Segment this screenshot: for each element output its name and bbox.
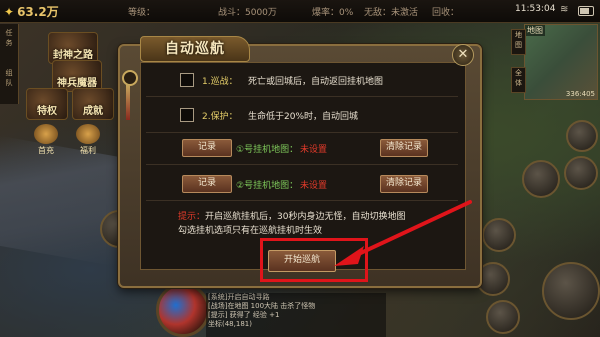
battery-icon: [578, 6, 594, 16]
left-side-tabs: 任 务 组 队: [0, 24, 19, 104]
divider: [146, 132, 458, 133]
first-recharge-button[interactable]: 首充: [28, 124, 64, 155]
wifi-icon: ≋: [560, 4, 569, 15]
chat-panel[interactable]: [系统]开启自动寻路 [战场]在地图 100大陆 击杀了怪物 [提示] 获得了 …: [206, 293, 386, 337]
minimap-tab-map[interactable]: 地图: [511, 29, 526, 55]
close-icon[interactable]: ✕: [452, 44, 474, 66]
hp-mp-orb: [156, 283, 210, 337]
skill-button-heal[interactable]: [486, 300, 520, 334]
skill-button-strike[interactable]: [564, 156, 598, 190]
coin-icon: ✦: [4, 5, 15, 19]
option-number: 2.保护：: [202, 112, 238, 122]
left-tab-1[interactable]: 任: [2, 28, 16, 38]
minimap[interactable]: 地图 地图 全体 336:405: [511, 24, 598, 100]
hint-prefix: 提示：: [178, 212, 206, 222]
divider: [146, 164, 458, 165]
chat-line: 坐标(48,181): [208, 320, 252, 328]
tassel-decoration: [126, 84, 130, 120]
map2-label: ②号挂机地图：: [236, 181, 299, 191]
gold-display: ✦ 63.2万: [4, 3, 59, 20]
drop-rate-label: 爆率：0%: [312, 8, 354, 18]
divider: [146, 96, 458, 97]
map2-value: 未设置: [300, 181, 328, 191]
skill-button-shield[interactable]: [566, 120, 598, 152]
invincible-label: 无敌：未激活: [364, 8, 419, 18]
annotation-arrow-icon: [334, 200, 472, 266]
skill-button-fire[interactable]: [482, 218, 516, 252]
record-button-map1[interactable]: 记录: [182, 139, 232, 157]
gift-icon: [34, 124, 58, 144]
menu-icon-label: 特权: [37, 106, 57, 117]
chat-line: [系统]开启自动寻路: [208, 293, 270, 301]
welfare-button[interactable]: 福利: [70, 124, 106, 155]
option-text: 生命低于20%时，自动回城: [248, 112, 359, 122]
recycle-label: 回收：: [432, 8, 460, 18]
left-tab-4[interactable]: 队: [2, 78, 16, 88]
chat-line: [战场]在地图 100大陆 击杀了怪物: [208, 302, 316, 310]
side-icon-label: 福利: [80, 146, 96, 155]
skill-button-sword[interactable]: [522, 160, 560, 198]
menu-icon-privilege[interactable]: 特权: [26, 88, 68, 120]
clear-record-button-map1[interactable]: 清除记录: [380, 139, 428, 157]
player-coordinates: 336:405: [565, 90, 595, 98]
side-icon-label: 首充: [38, 146, 54, 155]
option-text: 死亡或回城后，自动返回挂机地图: [248, 77, 384, 87]
left-tab-3[interactable]: 组: [2, 68, 16, 78]
gold-amount: 63.2万: [17, 5, 59, 19]
level-label: 等级：: [128, 8, 156, 18]
menu-icon-label: 神兵魔器: [57, 78, 97, 89]
left-tab-2[interactable]: 务: [2, 38, 16, 48]
option-checkbox-cruise[interactable]: [180, 73, 194, 87]
option-number: 1.巡战：: [202, 77, 238, 87]
option-checkbox-protect[interactable]: [180, 108, 194, 122]
dialog-title: 自动巡航: [140, 36, 250, 62]
menu-icon-achievement[interactable]: 成就: [72, 88, 114, 120]
minimap-title: 地图: [525, 25, 545, 36]
clock: 11:53:04: [515, 4, 556, 14]
menu-icon-label: 封神之路: [53, 50, 93, 61]
record-button-map2[interactable]: 记录: [182, 175, 232, 193]
attack-button[interactable]: [542, 262, 600, 320]
ornament-icon: [122, 70, 138, 86]
map1-value: 未设置: [300, 145, 328, 155]
menu-icon-label: 成就: [83, 106, 103, 117]
top-status-bar: ✦ 63.2万 等级： 战斗：5000万 爆率：0% 无敌：未激活 回收： 11:…: [0, 0, 600, 23]
clear-record-button-map2[interactable]: 清除记录: [380, 175, 428, 193]
combat-power-label: 战斗：5000万: [218, 8, 277, 18]
chat-line: [提示] 获得了 经验 +1: [208, 311, 280, 319]
map1-label: ①号挂机地图：: [236, 145, 299, 155]
minimap-tab-all[interactable]: 全体: [511, 67, 526, 93]
treasure-icon: [76, 124, 100, 144]
